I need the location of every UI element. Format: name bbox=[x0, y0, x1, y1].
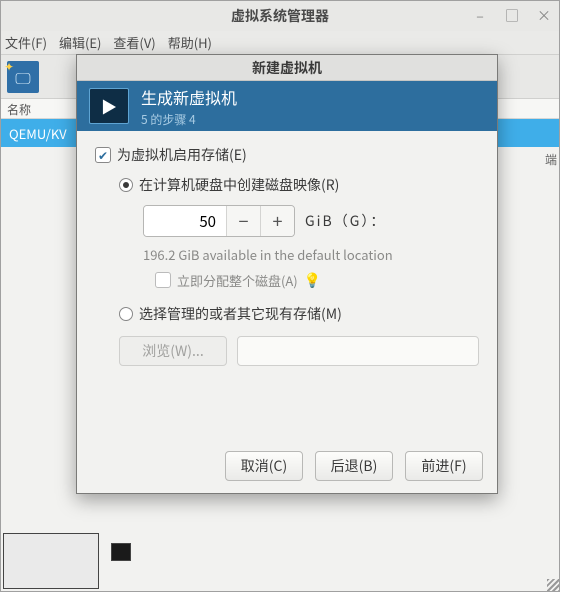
vmm-menubar: 文件(F) 编辑(E) 查看(V) 帮助(H) bbox=[1, 31, 559, 55]
menu-edit[interactable]: 编辑(E) bbox=[59, 33, 101, 52]
menu-view[interactable]: 查看(V) bbox=[113, 33, 155, 52]
managed-storage-radio[interactable] bbox=[119, 307, 133, 321]
back-button[interactable]: 后退(B) bbox=[315, 451, 393, 481]
truncated-text: 端 bbox=[545, 151, 557, 168]
allocate-now-label: 立即分配整个磁盘(A) bbox=[177, 271, 298, 290]
enable-storage-label: 为虚拟机启用存储(E) bbox=[117, 145, 247, 165]
dialog-body: ✔ 为虚拟机启用存储(E) 在计算机硬盘中创建磁盘映像(R) − + GiB（G… bbox=[77, 131, 497, 380]
enable-storage-checkbox[interactable]: ✔ bbox=[95, 147, 111, 163]
cancel-button[interactable]: 取消(C) bbox=[225, 451, 303, 481]
menu-help[interactable]: 帮助(H) bbox=[168, 33, 212, 52]
bulb-icon[interactable]: 💡 bbox=[304, 270, 321, 290]
banner-step: 5 的步骤 4 bbox=[141, 111, 237, 128]
decrement-button[interactable]: − bbox=[226, 206, 260, 236]
maximize-icon[interactable]: □ bbox=[501, 5, 523, 27]
background-fragments bbox=[1, 529, 559, 591]
storage-path-field bbox=[237, 336, 479, 366]
increment-button[interactable]: + bbox=[260, 206, 294, 236]
allocate-now-checkbox[interactable] bbox=[155, 272, 171, 288]
managed-storage-label: 选择管理的或者其它现有存储(M) bbox=[139, 304, 342, 324]
disk-size-unit: GiB（G）： bbox=[305, 211, 386, 231]
create-disk-label: 在计算机硬盘中创建磁盘映像(R) bbox=[139, 175, 339, 195]
menu-file[interactable]: 文件(F) bbox=[5, 33, 47, 52]
star-icon: ✦ bbox=[4, 58, 14, 75]
dialog-title: 新建虚拟机 bbox=[77, 55, 497, 81]
dialog-footer: 取消(C) 后退(B) 前进(F) bbox=[225, 451, 483, 481]
browse-button: 浏览(W)... bbox=[119, 336, 227, 366]
vm-banner-icon: ▶ bbox=[89, 88, 129, 124]
available-space-hint: 196.2 GiB available in the default locat… bbox=[143, 245, 479, 264]
play-icon: ▶ bbox=[101, 94, 117, 118]
create-disk-radio[interactable] bbox=[119, 178, 133, 192]
new-vm-button[interactable]: 🖵 ✦ bbox=[7, 61, 39, 93]
resize-grip-icon[interactable] bbox=[547, 579, 559, 591]
new-vm-dialog: 新建虚拟机 ▶ 生成新虚拟机 5 的步骤 4 ✔ 为虚拟机启用存储(E) 在计算… bbox=[76, 54, 498, 494]
banner-heading: 生成新虚拟机 bbox=[141, 85, 237, 109]
disk-size-input[interactable] bbox=[144, 206, 226, 236]
vmm-titlebar: 虚拟系统管理器 – □ × bbox=[1, 1, 559, 31]
monitor-icon: 🖵 bbox=[15, 65, 30, 89]
dialog-banner: ▶ 生成新虚拟机 5 的步骤 4 bbox=[77, 81, 497, 131]
disk-size-spinner: − + bbox=[143, 205, 295, 237]
close-icon[interactable]: × bbox=[533, 5, 555, 27]
forward-button[interactable]: 前进(F) bbox=[405, 451, 483, 481]
minimize-icon[interactable]: – bbox=[469, 5, 491, 27]
